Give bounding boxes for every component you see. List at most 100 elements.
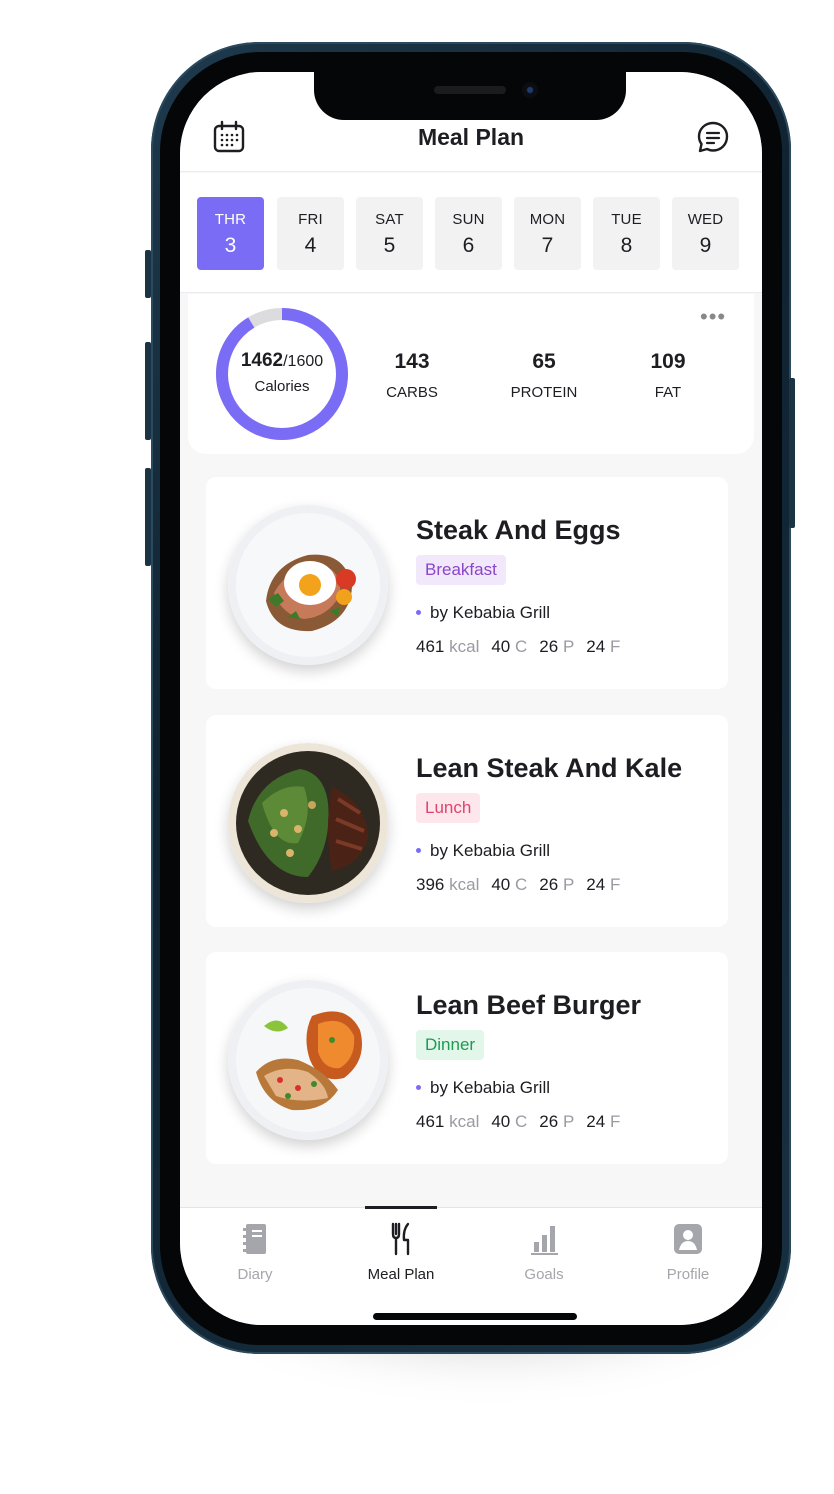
day-date: 4	[304, 234, 317, 257]
meal-card-dinner[interactable]: Lean Beef Burger Dinner by Kebabia Grill…	[206, 952, 728, 1164]
meal-card-breakfast[interactable]: Steak And Eggs Breakfast by Kebabia Gril…	[206, 477, 728, 689]
day-name: THR	[214, 211, 247, 228]
day-tue[interactable]: TUE 8	[593, 197, 660, 270]
tab-meal-plan[interactable]: Meal Plan	[341, 1222, 461, 1283]
kcal-value: 396	[416, 875, 445, 894]
day-name: SUN	[452, 211, 485, 228]
macro-value: 109	[650, 350, 686, 373]
fat-unit: F	[609, 1112, 621, 1131]
more-options-icon[interactable]: •••	[700, 306, 726, 328]
day-selector: THR 3 FRI 4 SAT 5 SUN 6 MON 7 TUE 8 WED …	[180, 173, 762, 293]
fat-unit: F	[609, 637, 621, 656]
kcal-unit: kcal	[449, 637, 480, 656]
kcal-unit: kcal	[449, 875, 480, 894]
meal-author-text: by Kebabia Grill	[430, 1078, 551, 1097]
fork-knife-icon	[391, 1222, 410, 1256]
protein-value: 26	[539, 637, 559, 656]
page-title: Meal Plan	[417, 124, 525, 150]
day-date: 6	[462, 234, 475, 257]
macro-label: PROTEIN	[510, 384, 578, 401]
meal-author-text: by Kebabia Grill	[430, 603, 551, 622]
meal-card-lunch[interactable]: Lean Steak And Kale Lunch by Kebabia Gri…	[206, 715, 728, 927]
meal-title: Lean Steak And Kale	[416, 753, 683, 783]
notebook-icon	[243, 1224, 266, 1254]
chat-icon[interactable]	[696, 120, 730, 154]
day-name: MON	[529, 211, 566, 228]
bullet-dot	[416, 609, 421, 615]
macro-fat: 109 FAT	[618, 350, 718, 401]
macro-label: CARBS	[386, 384, 438, 401]
volume-down-button	[145, 468, 151, 566]
macro-carbs: 143 CARBS	[362, 350, 462, 401]
protein-value: 26	[539, 1112, 559, 1131]
carbs-unit: C	[515, 637, 528, 656]
meal-author: by Kebabia Grill	[416, 841, 550, 861]
app-screen: Meal Plan THR 3 FRI 4 SAT 5 SUN 6 MON 7 …	[180, 72, 762, 1325]
bar-chart-icon	[531, 1226, 558, 1255]
day-date: 3	[224, 234, 237, 257]
meal-author-text: by Kebabia Grill	[430, 841, 551, 860]
meal-nutrition: 461 kcal 40 C 26 P 24 F	[416, 1112, 632, 1132]
fat-value: 24	[586, 1112, 606, 1131]
day-thr[interactable]: THR 3	[197, 197, 264, 270]
fat-value: 24	[586, 875, 606, 894]
calorie-label: Calories	[254, 378, 310, 395]
calories-goal: /1600	[283, 353, 324, 370]
nutrition-summary: 1462/1600 Calories 143 CARBS 65 PROTEIN …	[188, 294, 754, 454]
protein-unit: P	[562, 637, 575, 656]
tab-diary[interactable]: Diary	[195, 1222, 315, 1283]
protein-unit: P	[562, 875, 575, 894]
day-name: WED	[687, 211, 724, 228]
day-date: 7	[541, 234, 554, 257]
meal-author: by Kebabia Grill	[416, 603, 550, 623]
meal-tag: Dinner	[416, 1030, 485, 1060]
home-indicator	[373, 1313, 577, 1320]
macro-label: FAT	[654, 384, 682, 401]
fat-value: 24	[586, 637, 606, 656]
day-sun[interactable]: SUN 6	[435, 197, 502, 270]
bullet-dot	[416, 847, 421, 853]
active-tab-indicator	[365, 1206, 437, 1209]
kcal-value: 461	[416, 637, 445, 656]
meal-tag: Breakfast	[416, 555, 506, 585]
speaker	[434, 86, 506, 94]
macro-value: 65	[532, 350, 556, 373]
meal-photo	[228, 980, 388, 1140]
tab-goals[interactable]: Goals	[484, 1222, 604, 1283]
tab-label: Diary	[237, 1266, 273, 1283]
day-name: SAT	[375, 211, 404, 228]
carbs-unit: C	[515, 875, 528, 894]
tab-label: Goals	[524, 1266, 564, 1283]
meal-title: Lean Beef Burger	[416, 990, 642, 1020]
carbs-unit: C	[515, 1112, 528, 1131]
carbs-value: 40	[491, 1112, 511, 1131]
kcal-unit: kcal	[449, 1112, 480, 1131]
calorie-ring-progress	[216, 308, 348, 440]
macro-value: 143	[394, 350, 430, 373]
day-name: FRI	[298, 211, 323, 228]
silent-switch	[145, 250, 151, 298]
meal-nutrition: 396 kcal 40 C 26 P 24 F	[416, 875, 632, 895]
meal-photo	[228, 505, 388, 665]
kcal-value: 461	[416, 1112, 445, 1131]
day-sat[interactable]: SAT 5	[356, 197, 423, 270]
calorie-ring	[216, 308, 348, 440]
tab-label: Profile	[666, 1266, 710, 1283]
carbs-value: 40	[491, 875, 511, 894]
day-date: 5	[383, 234, 396, 257]
bottom-tab-bar: Diary Meal Plan Goals Profile	[180, 1206, 762, 1325]
macro-protein: 65 PROTEIN	[494, 350, 594, 401]
power-button	[789, 378, 795, 528]
carbs-value: 40	[491, 637, 511, 656]
day-mon[interactable]: MON 7	[514, 197, 581, 270]
day-wed[interactable]: WED 9	[672, 197, 739, 270]
bullet-dot	[416, 1084, 421, 1090]
day-date: 9	[699, 234, 712, 257]
meal-tag: Lunch	[416, 793, 481, 823]
profile-icon	[674, 1224, 702, 1254]
day-fri[interactable]: FRI 4	[277, 197, 344, 270]
fat-unit: F	[609, 875, 621, 894]
meal-title: Steak And Eggs	[416, 515, 621, 545]
tab-profile[interactable]: Profile	[628, 1222, 748, 1283]
calories-eaten: 1462	[240, 350, 284, 371]
